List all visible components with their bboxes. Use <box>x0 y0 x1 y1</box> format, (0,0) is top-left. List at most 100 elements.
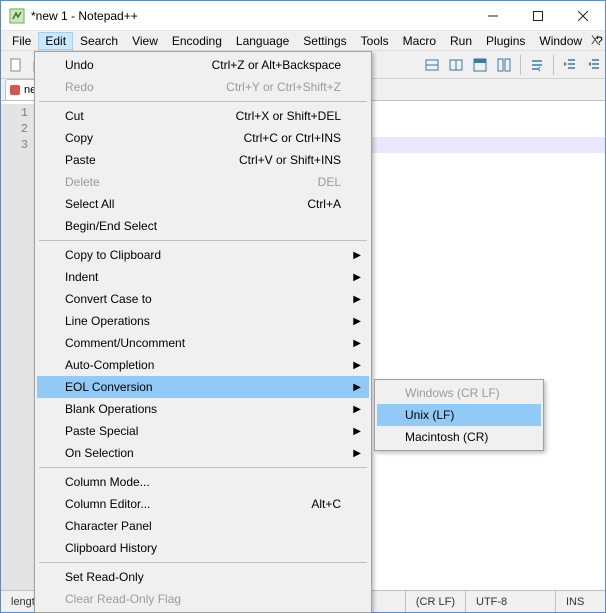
submenu-arrow-icon: ▶ <box>353 360 361 371</box>
title-bar: *new 1 - Notepad++ <box>1 1 605 31</box>
toolbar-separator <box>553 55 554 75</box>
edit-item-line-operations[interactable]: Line Operations ▶ <box>37 310 369 332</box>
submenu-arrow-icon: ▶ <box>353 272 361 283</box>
edit-item-redo: RedoCtrl+Y or Ctrl+Shift+Z <box>37 76 369 98</box>
menu-separator <box>39 467 367 468</box>
minimize-button[interactable] <box>470 1 515 30</box>
menu-item-label: Copy to Clipboard <box>65 248 161 262</box>
eol-item-unix-lf[interactable]: Unix (LF) <box>377 404 541 426</box>
outdent-icon[interactable] <box>583 54 605 76</box>
edit-item-paste[interactable]: PasteCtrl+V or Shift+INS <box>37 149 369 171</box>
line-number: 3 <box>1 137 28 153</box>
menu-separator <box>39 240 367 241</box>
menu-item-label: Unix (LF) <box>405 408 454 422</box>
toolbar-button-3[interactable] <box>469 54 491 76</box>
menu-edit[interactable]: Edit <box>38 32 73 50</box>
menu-view[interactable]: View <box>125 32 165 50</box>
toolbar-button-4[interactable] <box>493 54 515 76</box>
app-icon <box>9 8 25 24</box>
unsaved-indicator-icon <box>10 85 20 95</box>
menu-item-label: Paste <box>65 153 96 167</box>
menu-item-label: Begin/End Select <box>65 219 157 233</box>
menu-item-label: Select All <box>65 197 114 211</box>
edit-item-set-read-only[interactable]: Set Read-Only <box>37 566 369 588</box>
status-ins[interactable]: INS <box>555 591 605 612</box>
submenu-arrow-icon: ▶ <box>353 316 361 327</box>
menu-language[interactable]: Language <box>229 32 296 50</box>
edit-item-paste-special[interactable]: Paste Special ▶ <box>37 420 369 442</box>
menu-settings[interactable]: Settings <box>296 32 353 50</box>
edit-item-copy[interactable]: Copy Ctrl+C or Ctrl+INS <box>37 127 369 149</box>
edit-item-column-editor[interactable]: Column Editor... Alt+C <box>37 493 369 515</box>
toolbar-button-2[interactable] <box>445 54 467 76</box>
menu-item-label: EOL Conversion <box>65 380 153 394</box>
edit-item-auto-completion[interactable]: Auto-Completion ▶ <box>37 354 369 376</box>
menu-item-label: Character Panel <box>65 519 152 533</box>
edit-item-begin-end-select[interactable]: Begin/End Select <box>37 215 369 237</box>
menu-item-shortcut: DEL <box>318 175 341 189</box>
toolbar-separator <box>520 55 521 75</box>
edit-item-delete: Delete DEL <box>37 171 369 193</box>
menu-item-shortcut: Ctrl+Y or Ctrl+Shift+Z <box>226 80 341 94</box>
menu-macro[interactable]: Macro <box>396 32 443 50</box>
menu-item-label: Convert Case to <box>65 292 152 306</box>
edit-item-undo[interactable]: UndoCtrl+Z or Alt+Backspace <box>37 54 369 76</box>
menu-item-label: Column Editor... <box>65 497 150 511</box>
edit-item-comment-uncomment[interactable]: Comment/Uncomment▶ <box>37 332 369 354</box>
menu-item-shortcut: Ctrl+X or Shift+DEL <box>236 109 341 123</box>
menu-item-label: Line Operations <box>65 314 150 328</box>
submenu-arrow-icon: ▶ <box>353 448 361 459</box>
indent-icon[interactable] <box>559 54 581 76</box>
menu-tools[interactable]: Tools <box>354 32 396 50</box>
edit-item-select-all[interactable]: Select All Ctrl+A <box>37 193 369 215</box>
menu-item-label: Blank Operations <box>65 402 157 416</box>
menu-run[interactable]: Run <box>443 32 479 50</box>
eol-submenu: Windows (CR LF) Unix (LF) Macintosh (CR) <box>374 379 544 451</box>
new-file-icon[interactable] <box>5 54 27 76</box>
edit-item-blank-operations[interactable]: Blank Operations ▶ <box>37 398 369 420</box>
edit-item-indent[interactable]: Indent▶ <box>37 266 369 288</box>
menu-item-label: Paste Special <box>65 424 138 438</box>
edit-item-convert-case-to[interactable]: Convert Case to▶ <box>37 288 369 310</box>
edit-item-cut[interactable]: CutCtrl+X or Shift+DEL <box>37 105 369 127</box>
menu-search[interactable]: Search <box>73 32 125 50</box>
menu-encoding[interactable]: Encoding <box>165 32 229 50</box>
line-gutter: 123 <box>1 104 35 590</box>
menu-item-shortcut: Alt+C <box>311 497 341 511</box>
menu-item-label: Delete <box>65 175 100 189</box>
line-number: 1 <box>1 105 28 121</box>
menu-item-label: On Selection <box>65 446 134 460</box>
menu-item-shortcut: Ctrl+A <box>307 197 341 211</box>
edit-item-copy-to-clipboard[interactable]: Copy to Clipboard▶ <box>37 244 369 266</box>
menu-item-label: Column Mode... <box>65 475 150 489</box>
menu-item-label: Auto-Completion <box>65 358 154 372</box>
status-eol[interactable]: (CR LF) <box>405 591 465 612</box>
menu-file[interactable]: File <box>5 32 38 50</box>
menu-item-label: Clipboard History <box>65 541 157 555</box>
wrap-icon[interactable] <box>526 54 548 76</box>
status-encoding[interactable]: UTF-8 <box>465 591 555 612</box>
menu-plugins[interactable]: Plugins <box>479 32 532 50</box>
edit-item-eol-conversion[interactable]: EOL Conversion▶ <box>37 376 369 398</box>
close-button[interactable] <box>560 1 605 30</box>
menu-window[interactable]: Window <box>532 32 589 50</box>
eol-item-macintosh-cr[interactable]: Macintosh (CR) <box>377 426 541 448</box>
toolbar-button-1[interactable] <box>421 54 443 76</box>
menu-item-label: Set Read-Only <box>65 570 144 584</box>
menu-separator <box>39 101 367 102</box>
submenu-arrow-icon: ▶ <box>353 404 361 415</box>
edit-item-clipboard-history[interactable]: Clipboard History <box>37 537 369 559</box>
menu-bar: FileEditSearchViewEncodingLanguageSettin… <box>1 31 605 51</box>
menu-item-label: Windows (CR LF) <box>405 386 500 400</box>
maximize-button[interactable] <box>515 1 560 30</box>
menu-item-shortcut: Ctrl+C or Ctrl+INS <box>244 131 341 145</box>
menubar-close-icon[interactable]: X <box>591 33 599 47</box>
menu-item-label: Copy <box>65 131 93 145</box>
edit-item-character-panel[interactable]: Character Panel <box>37 515 369 537</box>
eol-item-windows-cr-lf: Windows (CR LF) <box>377 382 541 404</box>
edit-item-on-selection[interactable]: On Selection ▶ <box>37 442 369 464</box>
menu-item-label: Undo <box>65 58 94 72</box>
window-controls <box>470 1 605 30</box>
edit-item-column-mode[interactable]: Column Mode... <box>37 471 369 493</box>
submenu-arrow-icon: ▶ <box>353 426 361 437</box>
